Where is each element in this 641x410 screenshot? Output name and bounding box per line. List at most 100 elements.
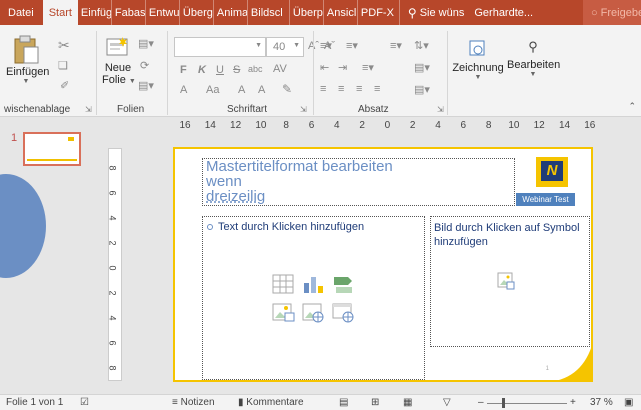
insert-table-icon[interactable] — [271, 273, 295, 295]
increase-indent-icon[interactable]: ⇥ — [338, 61, 347, 74]
grow-font-button[interactable]: A — [238, 84, 245, 96]
brand-logo: N — [536, 157, 568, 187]
tab-pdfx[interactable]: PDF-X — [358, 0, 400, 25]
text-direction-icon[interactable]: ⇅▾ — [414, 39, 429, 52]
paragraph-launcher-icon[interactable]: ⇲ — [437, 105, 444, 114]
align-center-icon[interactable]: ≡ — [338, 83, 344, 95]
align-right-icon[interactable]: ≡ — [356, 83, 362, 95]
tell-me-box[interactable]: ⚲ Sie wüns — [400, 0, 470, 25]
ribbon-start: Einfügen ▼ ✂ ❏ ✐ wischenablage ⇲ Neue Fo… — [0, 25, 641, 117]
comments-button[interactable]: ▮ Kommentare — [238, 397, 304, 408]
zoom-level[interactable]: 37 % — [590, 397, 613, 408]
insert-chart-icon[interactable] — [301, 273, 325, 295]
section-icon[interactable]: ▤▾ — [138, 79, 154, 92]
ruler-tick-label: 8 — [107, 165, 118, 171]
tab-fabasoft[interactable]: Fabas — [112, 0, 146, 25]
insert-picture-icon[interactable] — [271, 301, 295, 323]
new-slide-button[interactable]: Neue Folie ▼ — [102, 35, 136, 86]
italic-button[interactable]: K — [198, 64, 206, 76]
editing-button[interactable]: ⚲ Bearbeiten ▼ — [507, 39, 560, 78]
notes-label: Notizen — [180, 397, 215, 408]
ruler-tick-label: 10 — [255, 120, 267, 131]
ruler-tick-label: 2 — [107, 240, 118, 246]
comments-label: Kommentare — [246, 397, 304, 408]
clear-formatting-icon[interactable]: ✎ — [282, 82, 292, 96]
fit-slide-icon[interactable]: ▣ — [624, 397, 633, 408]
title-placeholder[interactable]: Mastertitelformat bearbeiten wenn dreize… — [202, 158, 515, 206]
title-line-3: dreizeilig — [206, 188, 266, 205]
normal-view-icon[interactable]: ▤ — [339, 397, 348, 408]
ruler-tick-label: 14 — [204, 120, 216, 131]
tab-bildschirmpraesentation[interactable]: Bildscl — [248, 0, 290, 25]
reading-view-icon[interactable]: ▦ — [403, 397, 412, 408]
lightbulb-icon: ⚲ — [407, 5, 417, 20]
bullets-icon[interactable]: ≡▾ — [320, 39, 332, 52]
zoom-slider-track[interactable] — [487, 403, 567, 404]
numbering-icon[interactable]: ≡▾ — [346, 39, 358, 52]
shrink-font-button[interactable]: A — [258, 84, 265, 96]
insert-picture-icon[interactable] — [497, 271, 515, 291]
scissors-icon[interactable]: ✂ — [58, 37, 70, 54]
reset-icon[interactable]: ⟳ — [140, 59, 149, 72]
tell-me-text: Sie wüns — [419, 6, 465, 19]
content-placeholder[interactable]: Text durch Klicken hinzufügen — [202, 216, 425, 380]
underline-button[interactable]: U — [216, 64, 224, 76]
tab-animationen[interactable]: Anima — [214, 0, 248, 25]
chevron-down-icon: ▼ — [293, 42, 300, 49]
smartart-icon[interactable]: ▤▾ — [414, 83, 430, 96]
paste-button[interactable]: Einfügen ▼ — [6, 35, 49, 85]
bold-button[interactable]: F — [180, 64, 187, 76]
insert-smartart-icon[interactable] — [331, 273, 355, 295]
insert-online-picture-icon[interactable] — [301, 301, 325, 323]
tab-start[interactable]: Start — [42, 0, 78, 25]
copy-icon[interactable]: ❏ — [58, 59, 68, 72]
shadow-button[interactable]: abc — [248, 64, 263, 74]
tab-ueberpruefen[interactable]: Überp — [290, 0, 324, 25]
ruler-tick-label: 6 — [308, 120, 315, 131]
zoom-out-button[interactable]: – — [478, 397, 484, 408]
strikethrough-button[interactable]: S — [233, 64, 240, 76]
columns-icon[interactable]: ≡▾ — [362, 61, 374, 74]
ruler-tick-label: 2 — [107, 290, 118, 296]
slide-thumbnail[interactable] — [23, 132, 81, 166]
layout-icon[interactable]: ▤▾ — [138, 37, 154, 50]
justify-icon[interactable]: ≡ — [374, 83, 380, 95]
zoom-in-button[interactable]: + — [570, 397, 576, 408]
notes-button[interactable]: ≡ Notizen — [172, 397, 215, 408]
insert-video-icon[interactable] — [331, 301, 355, 323]
change-case-button[interactable]: Aa — [206, 84, 219, 96]
tab-entwurf[interactable]: Entwu — [146, 0, 180, 25]
slide-count: Folie 1 von 1 — [6, 397, 64, 408]
font-family-combo[interactable]: ▼ — [174, 37, 266, 57]
share-button[interactable]: ○ Freigeben — [583, 0, 641, 25]
ribbon-tabbar: Datei Start Einfüg Fabas Entwu Überg Ani… — [0, 0, 641, 25]
line-spacing-icon[interactable]: ≡▾ — [390, 39, 402, 52]
picture-placeholder[interactable]: Bild durch Klicken auf Symbol hinzufügen — [430, 216, 590, 347]
font-size-combo[interactable]: 40 ▼ — [266, 37, 304, 57]
align-left-icon[interactable]: ≡ — [320, 83, 326, 95]
font-color-button[interactable]: A — [180, 84, 187, 96]
title-line-2: wenn — [206, 173, 242, 190]
collapse-ribbon-icon[interactable]: ⌃ — [628, 101, 636, 112]
slide-thumbnail-number: 1 — [11, 132, 18, 144]
align-text-icon[interactable]: ▤▾ — [414, 61, 430, 74]
format-painter-icon[interactable]: ✐ — [60, 79, 69, 92]
tab-ansicht[interactable]: Ansicl — [324, 0, 358, 25]
ruler-tick-label: 16 — [179, 120, 191, 131]
slide-sorter-icon[interactable]: ⊞ — [371, 397, 379, 408]
spellcheck-icon[interactable]: ☑ — [80, 397, 89, 408]
slideshow-icon[interactable]: ▽ — [443, 397, 451, 408]
vertical-ruler: 8 6 4 2 0 2 4 6 8 — [108, 148, 122, 381]
tab-einfuegen[interactable]: Einfüg — [78, 0, 112, 25]
font-launcher-icon[interactable]: ⇲ — [300, 105, 307, 114]
drawing-button[interactable]: Zeichnung ▼ — [451, 39, 505, 81]
character-spacing-button[interactable]: AV — [273, 63, 287, 75]
decrease-indent-icon[interactable]: ⇤ — [320, 61, 329, 74]
tab-datei[interactable]: Datei — [0, 0, 43, 25]
user-account[interactable]: Gerhardte... — [470, 0, 537, 25]
ruler-tick-label: 2 — [409, 120, 416, 131]
zoom-slider-thumb[interactable] — [501, 398, 505, 408]
slide-canvas[interactable]: Mastertitelformat bearbeiten wenn dreize… — [173, 147, 593, 382]
tab-uebergaenge[interactable]: Überg — [180, 0, 214, 25]
clipboard-launcher-icon[interactable]: ⇲ — [85, 105, 92, 114]
